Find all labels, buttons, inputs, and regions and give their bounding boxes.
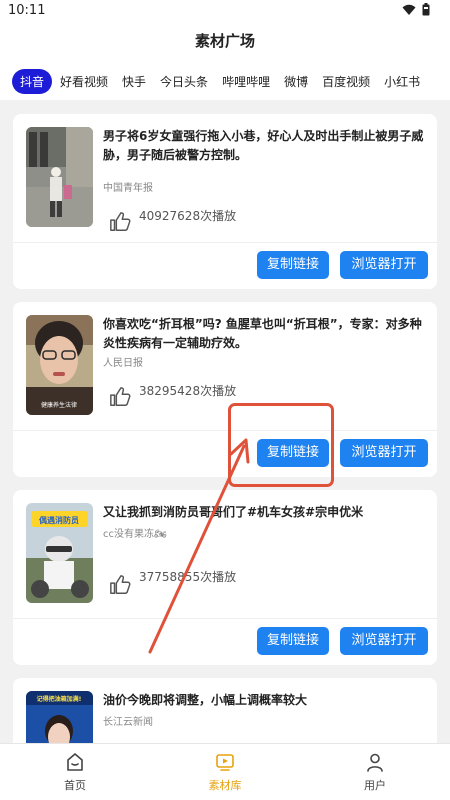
battery-icon [422, 3, 430, 16]
thumbs-up-icon[interactable] [109, 574, 131, 596]
card-source: 中国青年报 [103, 183, 153, 194]
card-divider [13, 618, 437, 619]
material-list[interactable]: 男子将6岁女童强行拖入小巷，好心人及时出手制止被男子威胁，男子随后被警方控制。 … [0, 100, 450, 743]
status-bar: 10:11 [0, 0, 450, 20]
app-header: 素材广场 [0, 20, 450, 62]
material-card: 记得把油箱加满! 油价今晚即将调整，小幅上调概率较大 长江云新闻 [13, 678, 437, 743]
page-title: 素材广场 [194, 32, 255, 50]
thumb-caption: 健康养生法律 [41, 401, 77, 409]
card-divider [13, 430, 437, 431]
play-count: 37758855次播放 [139, 570, 237, 584]
card-source: 长江云新闻 [103, 717, 153, 728]
tab-baidu-video[interactable]: 百度视频 [322, 73, 370, 90]
tab-bilibili[interactable]: 哔哩哔哩 [222, 73, 270, 90]
nav-user-label: 用户 [364, 779, 386, 792]
play-screen-icon [216, 754, 234, 771]
annotation-highlight-box [228, 403, 334, 487]
thumbs-up-icon[interactable] [109, 211, 131, 233]
open-in-browser-button[interactable]: 浏览器打开 [340, 439, 428, 467]
material-card: 健康养生法律 你喜欢吃“折耳根”吗? 鱼腥草也叫“折耳根”，专家：对多种炎性疾病… [13, 302, 437, 477]
tab-toutiao[interactable]: 今日头条 [160, 73, 208, 90]
system-icons [402, 3, 430, 16]
copy-link-button[interactable]: 复制链接 [257, 251, 329, 279]
open-in-browser-button[interactable]: 浏览器打开 [340, 251, 428, 279]
nav-user[interactable]: 用户 [300, 744, 450, 800]
card-title[interactable]: 你喜欢吃“折耳根”吗? 鱼腥草也叫“折耳根”，专家：对多种炎性疾病有一定辅助疗效… [103, 315, 428, 353]
tab-kuaishou[interactable]: 快手 [122, 73, 146, 90]
copy-link-button[interactable]: 复制链接 [257, 627, 329, 655]
tab-weibo[interactable]: 微博 [284, 73, 308, 90]
tab-haokan[interactable]: 好看视频 [60, 73, 108, 90]
bottom-navigation: 首页 素材库 用户 [0, 743, 450, 800]
card-source: cc没有果冻🏍 [103, 529, 167, 540]
card-source: 人民日报 [103, 358, 143, 369]
card-title[interactable]: 又让我抓到消防员哥哥们了#机车女孩#宗申优米 [103, 503, 428, 522]
thumbs-up-icon[interactable] [109, 386, 131, 408]
video-thumbnail[interactable]: 健康养生法律 [26, 315, 93, 415]
video-thumbnail[interactable]: 偶遇消防员 [26, 503, 93, 603]
video-thumbnail[interactable]: 记得把油箱加满! [26, 691, 93, 743]
status-time: 10:11 [8, 3, 46, 18]
nav-home-label: 首页 [64, 779, 86, 792]
card-divider [13, 242, 437, 243]
tab-xiaohongshu[interactable]: 小红书 [384, 73, 420, 90]
thumb-caption: 记得把油箱加满! [37, 695, 82, 703]
tab-douyin[interactable]: 抖音 [12, 68, 53, 94]
thumb-caption: 偶遇消防员 [39, 515, 79, 525]
home-icon [67, 753, 83, 771]
nav-material-label: 素材库 [208, 779, 242, 792]
material-card: 男子将6岁女童强行拖入小巷，好心人及时出手制止被男子威胁，男子随后被警方控制。 … [13, 114, 437, 289]
card-title[interactable]: 男子将6岁女童强行拖入小巷，好心人及时出手制止被男子威胁，男子随后被警方控制。 [103, 127, 428, 165]
category-tabs: 抖音 好看视频 快手 今日头条 哔哩哔哩 微博 百度视频 小红书 [0, 62, 450, 100]
wifi-icon [402, 4, 416, 15]
video-thumbnail[interactable] [26, 127, 93, 227]
nav-home[interactable]: 首页 [0, 744, 150, 800]
material-card: 偶遇消防员 又让我抓到消防员哥哥们了#机车女孩#宗申优米 cc没有果冻🏍 377… [13, 490, 437, 665]
card-title[interactable]: 油价今晚即将调整，小幅上调概率较大 [103, 691, 428, 710]
user-icon [367, 753, 383, 772]
open-in-browser-button[interactable]: 浏览器打开 [340, 627, 428, 655]
nav-material-library[interactable]: 素材库 [150, 744, 300, 800]
play-count: 40927628次播放 [139, 209, 237, 223]
play-count: 38295428次播放 [139, 384, 237, 398]
